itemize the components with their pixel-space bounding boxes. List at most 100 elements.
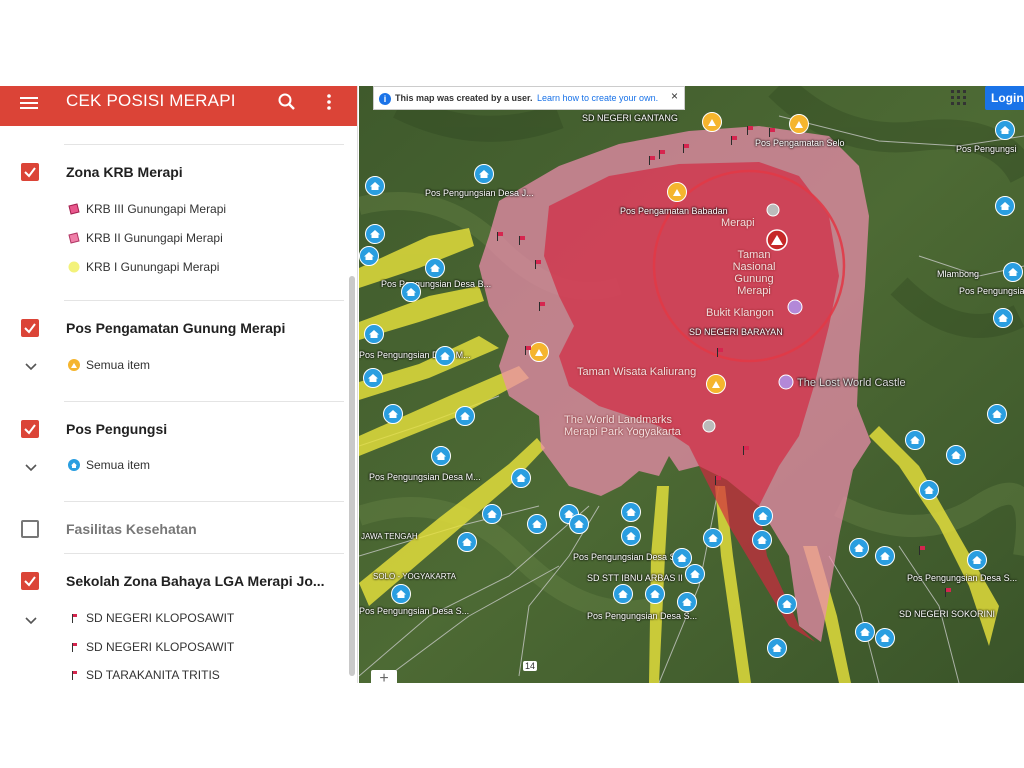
shelter-marker[interactable] bbox=[967, 550, 987, 570]
shelter-marker[interactable] bbox=[425, 258, 445, 278]
chevron-down-icon[interactable] bbox=[24, 463, 38, 473]
school-flag[interactable] bbox=[649, 156, 655, 165]
shelter-marker[interactable] bbox=[875, 546, 895, 566]
polygon-swatch-icon bbox=[68, 232, 80, 244]
shelter-marker[interactable] bbox=[752, 530, 772, 550]
layer-checkbox-sekolah[interactable] bbox=[21, 572, 39, 590]
school-flag[interactable] bbox=[743, 446, 749, 455]
shelter-marker[interactable] bbox=[365, 176, 385, 196]
shelter-marker[interactable] bbox=[753, 506, 773, 526]
shelter-marker[interactable] bbox=[474, 164, 494, 184]
school-flag[interactable] bbox=[535, 260, 541, 269]
shelter-marker[interactable] bbox=[435, 346, 455, 366]
shelter-marker[interactable] bbox=[383, 404, 403, 424]
school-flag[interactable] bbox=[717, 348, 723, 357]
school-flag[interactable] bbox=[945, 588, 951, 597]
map-label: The Lost World Castle bbox=[797, 377, 906, 389]
layer-checkbox-zona-krb[interactable] bbox=[21, 163, 39, 181]
map-created-banner: i This map was created by a user. Learn … bbox=[373, 86, 685, 110]
shelter-marker[interactable] bbox=[703, 528, 723, 548]
shelter-marker[interactable] bbox=[621, 526, 641, 546]
login-button[interactable]: Login bbox=[985, 86, 1024, 110]
shelter-marker[interactable] bbox=[919, 480, 939, 500]
shelter-marker[interactable] bbox=[431, 446, 451, 466]
shelter-marker[interactable] bbox=[511, 468, 531, 488]
shelter-marker[interactable] bbox=[455, 406, 475, 426]
school-flag[interactable] bbox=[525, 346, 531, 355]
map-label: Pos Pengungsian Desa S... bbox=[587, 611, 698, 621]
school-flag[interactable] bbox=[731, 136, 737, 145]
shelter-marker[interactable] bbox=[527, 514, 547, 534]
sidebar-scrollbar[interactable] bbox=[349, 276, 355, 676]
observation-post-marker[interactable] bbox=[789, 114, 809, 134]
observation-post-marker[interactable] bbox=[702, 112, 722, 132]
observation-post-marker[interactable] bbox=[706, 374, 726, 394]
layer-checkbox-pos-pengungsi[interactable] bbox=[21, 420, 39, 438]
shelter-marker[interactable] bbox=[621, 502, 641, 522]
school-flag[interactable] bbox=[519, 236, 525, 245]
shelter-marker[interactable] bbox=[849, 538, 869, 558]
shelter-marker[interactable] bbox=[905, 430, 925, 450]
layer-title-zona-krb[interactable]: Zona KRB Merapi bbox=[66, 164, 183, 180]
school-flag[interactable] bbox=[659, 150, 665, 159]
school-flag[interactable] bbox=[919, 546, 925, 555]
zoom-in-button[interactable]: + bbox=[371, 670, 397, 683]
shelter-marker[interactable] bbox=[685, 564, 705, 584]
observation-post-marker[interactable] bbox=[529, 342, 549, 362]
map-label: SD STT IBNU ARBAS II bbox=[587, 573, 683, 583]
shelter-marker[interactable] bbox=[569, 514, 589, 534]
school-flag[interactable] bbox=[715, 476, 721, 485]
shelter-marker[interactable] bbox=[401, 282, 421, 302]
learn-more-link[interactable]: Learn how to create your own. bbox=[537, 93, 658, 103]
shelter-marker[interactable] bbox=[613, 584, 633, 604]
shelter-marker[interactable] bbox=[777, 594, 797, 614]
volcano-peak-marker bbox=[766, 229, 788, 251]
shelter-marker[interactable] bbox=[1003, 262, 1023, 282]
school-flag[interactable] bbox=[539, 302, 545, 311]
search-icon[interactable] bbox=[276, 91, 298, 113]
layer-title-sekolah[interactable]: Sekolah Zona Bahaya LGA Merapi Jo... bbox=[66, 573, 325, 589]
shelter-marker[interactable] bbox=[363, 368, 383, 388]
shelter-marker[interactable] bbox=[482, 504, 502, 524]
road-badge: 14 bbox=[523, 661, 538, 671]
chevron-down-icon[interactable] bbox=[24, 616, 38, 626]
shelter-marker[interactable] bbox=[946, 445, 966, 465]
map-label: Pos Pengamatan Selo bbox=[755, 138, 845, 148]
shelter-marker[interactable] bbox=[364, 324, 384, 344]
map-label: Pos Pengamatan Babadan bbox=[620, 206, 728, 216]
shelter-marker[interactable] bbox=[677, 592, 697, 612]
school-flag[interactable] bbox=[747, 126, 753, 135]
layer-checkbox-pos-pengamatan[interactable] bbox=[21, 319, 39, 337]
menu-icon[interactable] bbox=[20, 94, 42, 116]
shelter-marker[interactable] bbox=[365, 224, 385, 244]
school-flag[interactable] bbox=[769, 128, 775, 137]
layer-title-pos-pengungsi[interactable]: Pos Pengungsi bbox=[66, 421, 167, 437]
volcano-post-icon bbox=[68, 359, 80, 371]
shelter-marker[interactable] bbox=[767, 638, 787, 658]
shelter-marker[interactable] bbox=[457, 532, 477, 552]
layer-title-pos-pengamatan[interactable]: Pos Pengamatan Gunung Merapi bbox=[66, 320, 285, 336]
school-flag[interactable] bbox=[683, 144, 689, 153]
legend-label: KRB II Gunungapi Merapi bbox=[86, 231, 223, 245]
close-icon[interactable]: × bbox=[671, 89, 678, 103]
layer-title-fasilitas-kesehatan[interactable]: Fasilitas Kesehatan bbox=[66, 521, 197, 537]
shelter-marker[interactable] bbox=[855, 622, 875, 642]
map-label: SD NEGERI GANTANG bbox=[582, 113, 678, 123]
layer-checkbox-fasilitas-kesehatan[interactable] bbox=[21, 520, 39, 538]
apps-grid-icon[interactable] bbox=[951, 90, 967, 106]
shelter-marker[interactable] bbox=[995, 196, 1015, 216]
map-canvas[interactable]: SD NEGERI GANTANG Pos Pengamatan Selo Po… bbox=[359, 86, 1024, 683]
chevron-down-icon[interactable] bbox=[24, 362, 38, 372]
observation-post-marker[interactable] bbox=[667, 182, 687, 202]
legend-label: Semua item bbox=[86, 358, 151, 372]
school-flag[interactable] bbox=[497, 232, 503, 241]
shelter-marker[interactable] bbox=[993, 308, 1013, 328]
more-vert-icon[interactable] bbox=[322, 91, 336, 113]
shelter-marker[interactable] bbox=[987, 404, 1007, 424]
shelter-marker[interactable] bbox=[995, 120, 1015, 140]
shelter-marker[interactable] bbox=[391, 584, 411, 604]
shelter-marker[interactable] bbox=[359, 246, 379, 266]
shelter-marker[interactable] bbox=[875, 628, 895, 648]
map-label: Bukit Klangon bbox=[706, 307, 774, 319]
shelter-marker[interactable] bbox=[645, 584, 665, 604]
